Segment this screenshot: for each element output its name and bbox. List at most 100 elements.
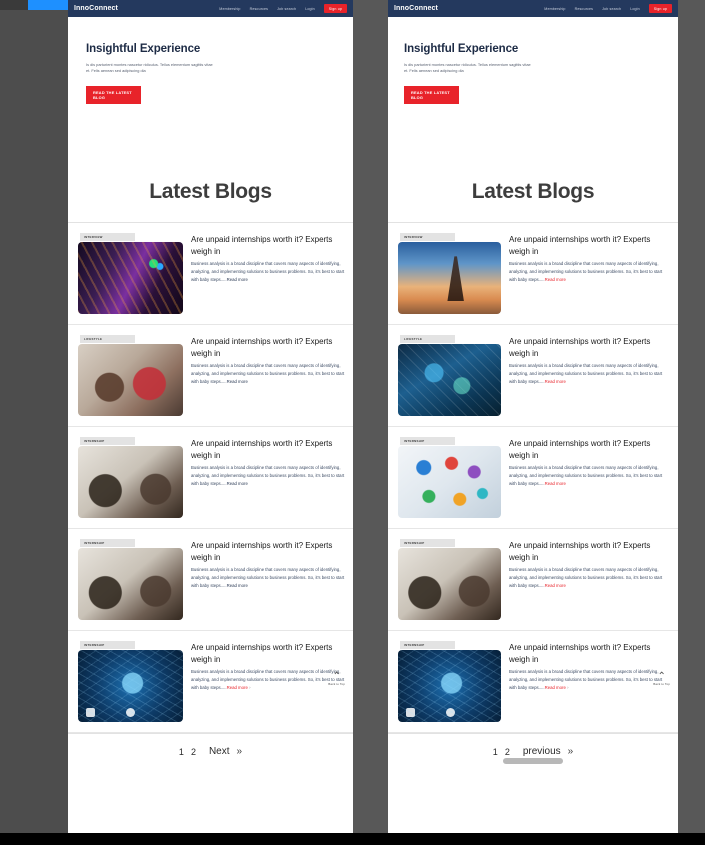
card-excerpt: Business analysis is a broad discipline … xyxy=(509,567,663,588)
app-icons-photo[interactable] xyxy=(398,446,501,518)
card-title[interactable]: Are unpaid internships worth it? Experts… xyxy=(509,438,670,461)
card-title[interactable]: Are unpaid internships worth it? Experts… xyxy=(191,438,345,461)
hero-body: Is dis parturient montes nascetur ridicu… xyxy=(404,62,531,74)
overlay-icon-left xyxy=(86,708,95,717)
back-to-top-button[interactable]: ⌃ Back to Top xyxy=(653,672,670,687)
brain-network-photo[interactable] xyxy=(398,650,501,722)
blog-card[interactable]: INTERNSHIP Are unpaid internships worth i… xyxy=(68,427,353,529)
eiffel-tower-photo[interactable] xyxy=(398,242,501,314)
page-title: Latest Blogs xyxy=(149,180,272,203)
hero-title: Insightful Experience xyxy=(404,43,519,55)
card-body: Are unpaid internships worth it? Experts… xyxy=(509,437,670,518)
back-to-top-button[interactable]: ⌃ Back to Top xyxy=(328,671,345,687)
woman-laptop-photo[interactable] xyxy=(398,548,501,620)
page-number-2[interactable]: 2 xyxy=(505,747,510,757)
blog-card[interactable]: INTERNSHIP Are unpaid internships worth i… xyxy=(68,529,353,631)
read-more-link[interactable]: Read more xyxy=(545,583,566,588)
card-body: Are unpaid internships worth it? Experts… xyxy=(509,641,670,722)
category-tag: INTERNSHIP xyxy=(80,437,135,445)
brain-network-photo[interactable] xyxy=(78,650,183,722)
screenshot-stage: InnoConnect Membership Resources Job sea… xyxy=(0,0,705,845)
blog-card[interactable]: INTERNSHIP Are unpaid internships worth i… xyxy=(68,631,353,733)
card-body: Are unpaid internships worth it? Experts… xyxy=(509,335,670,416)
card-title[interactable]: Are unpaid internships worth it? Experts… xyxy=(509,234,670,257)
page-number-1[interactable]: 1 xyxy=(179,747,184,757)
card-media: INTERNSHIP xyxy=(398,539,501,620)
woman-laptop-photo[interactable] xyxy=(78,548,183,620)
card-body: Are unpaid internships worth it? Experts… xyxy=(191,539,345,620)
site-logo[interactable]: InnoConnect xyxy=(74,5,118,12)
circuit-board-photo[interactable] xyxy=(78,242,183,314)
office-interview-photo[interactable] xyxy=(78,446,183,518)
read-latest-blog-button[interactable]: READ THE LATEST BLOG xyxy=(404,85,459,105)
card-title[interactable]: Are unpaid internships worth it? Experts… xyxy=(191,336,345,359)
read-more-link[interactable]: Read more xyxy=(545,685,566,690)
read-more-link[interactable]: Read more xyxy=(227,583,248,588)
nav-link-resources[interactable]: Resources xyxy=(250,7,269,11)
pagination-previous-button[interactable]: previous xyxy=(523,746,561,757)
nav-link-job-search[interactable]: Job search xyxy=(277,7,296,11)
pagination-double-chevron-icon[interactable]: » xyxy=(237,746,243,757)
blog-card-list-left: INTERVIEW Are unpaid internships worth it… xyxy=(68,223,353,733)
horizontal-scrollbar[interactable] xyxy=(503,758,563,764)
read-latest-blog-button[interactable]: READ THE LATEST BLOG xyxy=(86,85,141,105)
card-excerpt: Business analysis is a broad discipline … xyxy=(191,363,345,384)
latest-blogs-header-left: Latest Blogs xyxy=(68,170,353,223)
read-more-link[interactable]: Read more xyxy=(227,277,248,282)
card-title[interactable]: Are unpaid internships worth it? Experts… xyxy=(191,540,345,563)
nav-link-membership[interactable]: Membership xyxy=(544,7,565,11)
blog-card[interactable]: LIFESTYLE Are unpaid internships worth it… xyxy=(388,325,678,427)
chevron-up-icon: ⌃ xyxy=(332,671,341,682)
card-excerpt: Business analysis is a broad discipline … xyxy=(191,567,345,588)
category-tag: INTERNSHIP xyxy=(400,539,455,547)
read-more-link[interactable]: Read more xyxy=(545,277,566,282)
card-title[interactable]: Are unpaid internships worth it? Experts… xyxy=(191,642,345,665)
card-media: INTERNSHIP xyxy=(398,437,501,518)
card-media: INTERVIEW xyxy=(398,233,501,314)
category-tag: LIFESTYLE xyxy=(400,335,455,343)
site-navbar-right: InnoConnect Membership Resources Job sea… xyxy=(388,0,678,17)
card-title[interactable]: Are unpaid internships worth it? Experts… xyxy=(509,336,670,359)
chevron-right-icon: › xyxy=(249,684,251,690)
card-title[interactable]: Are unpaid internships worth it? Experts… xyxy=(509,642,670,665)
nav-link-job-search[interactable]: Job search xyxy=(602,7,621,11)
read-more-link[interactable]: Read more xyxy=(227,685,248,690)
blog-card[interactable]: INTERNSHIP Are unpaid internships worth i… xyxy=(388,529,678,631)
pagination-double-chevron-icon[interactable]: » xyxy=(568,746,574,757)
viewport-panel-left: InnoConnect Membership Resources Job sea… xyxy=(68,0,353,833)
signup-button[interactable]: Sign up xyxy=(648,4,672,13)
card-body: Are unpaid internships worth it? Experts… xyxy=(509,539,670,620)
read-more-link[interactable]: Read more xyxy=(545,379,566,384)
blog-card[interactable]: INTERNSHIP Are unpaid internships worth i… xyxy=(388,427,678,529)
nav-link-login[interactable]: Login xyxy=(305,7,315,11)
read-more-link[interactable]: Read more xyxy=(227,481,248,486)
nav-link-login[interactable]: Login xyxy=(630,7,640,11)
nav-link-membership[interactable]: Membership xyxy=(219,7,240,11)
site-logo[interactable]: InnoConnect xyxy=(394,5,438,12)
tech-globe-photo[interactable] xyxy=(398,344,501,416)
hero-section-left: Insightful Experience Is dis parturient … xyxy=(68,17,353,170)
blog-card[interactable]: INTERNSHIP Are unpaid internships worth i… xyxy=(388,631,678,733)
blog-card[interactable]: LIFESTYLE Are unpaid internships worth it… xyxy=(68,325,353,427)
nav-link-resources[interactable]: Resources xyxy=(575,7,594,11)
category-tag: INTERVIEW xyxy=(400,233,455,241)
card-title[interactable]: Are unpaid internships worth it? Experts… xyxy=(191,234,345,257)
read-more-link[interactable]: Read more xyxy=(227,379,248,384)
desktop-backdrop-right xyxy=(678,0,705,833)
card-media: INTERVIEW xyxy=(78,233,183,314)
signup-button[interactable]: Sign up xyxy=(323,4,347,13)
meeting-people-photo[interactable] xyxy=(78,344,183,416)
blog-card[interactable]: INTERVIEW Are unpaid internships worth it… xyxy=(388,223,678,325)
card-excerpt: Business analysis is a broad discipline … xyxy=(509,465,663,486)
card-title[interactable]: Are unpaid internships worth it? Experts… xyxy=(509,540,670,563)
card-body: Are unpaid internships worth it? Experts… xyxy=(191,641,345,722)
card-media: LIFESTYLE xyxy=(78,335,183,416)
category-tag: INTERNSHIP xyxy=(80,641,135,649)
blog-card[interactable]: INTERVIEW Are unpaid internships worth it… xyxy=(68,223,353,325)
pagination-next-button[interactable]: Next xyxy=(209,746,230,757)
desktop-backdrop-left xyxy=(0,10,68,833)
card-media: INTERNSHIP xyxy=(398,641,501,722)
page-number-1[interactable]: 1 xyxy=(493,747,498,757)
page-number-2[interactable]: 2 xyxy=(191,747,196,757)
read-more-link[interactable]: Read more xyxy=(545,481,566,486)
